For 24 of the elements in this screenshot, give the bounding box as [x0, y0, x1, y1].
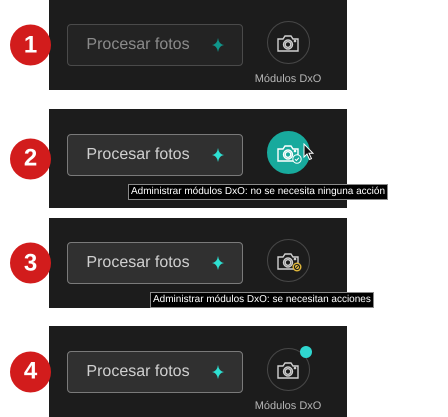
dxo-modules-button[interactable] [266, 21, 310, 64]
modules-caption: Módulos DxO [254, 72, 322, 87]
sparkle-icon [212, 256, 224, 270]
camera-icon [276, 360, 300, 380]
dxo-modules-button[interactable] [266, 131, 310, 174]
sparkle-icon [212, 38, 224, 52]
step-number: 1 [10, 24, 51, 66]
camera-icon [276, 142, 300, 162]
step-number: 3 [10, 242, 51, 284]
dxo-modules-button[interactable] [266, 239, 310, 282]
sparkle-icon [212, 365, 224, 379]
step-number: 4 [10, 351, 51, 392]
modules-caption: Módulos DxO [254, 399, 322, 414]
camera-icon [276, 32, 300, 52]
mouse-pointer-icon [303, 143, 314, 161]
dxo-modules-button[interactable] [266, 348, 310, 391]
process-photos-button[interactable]: Procesar fotos [67, 134, 243, 176]
process-photos-button[interactable]: Procesar fotos [67, 242, 243, 284]
tooltip: Administrar módulos DxO: se necesitan acciones [150, 292, 374, 308]
process-photos-button[interactable]: Procesar fotos [67, 351, 243, 393]
camera-icon [276, 250, 300, 270]
tooltip: Administrar módulos DxO: no se necesita ninguna acción [128, 184, 388, 200]
sparkle-icon [212, 148, 224, 162]
step-number: 2 [10, 138, 51, 179]
